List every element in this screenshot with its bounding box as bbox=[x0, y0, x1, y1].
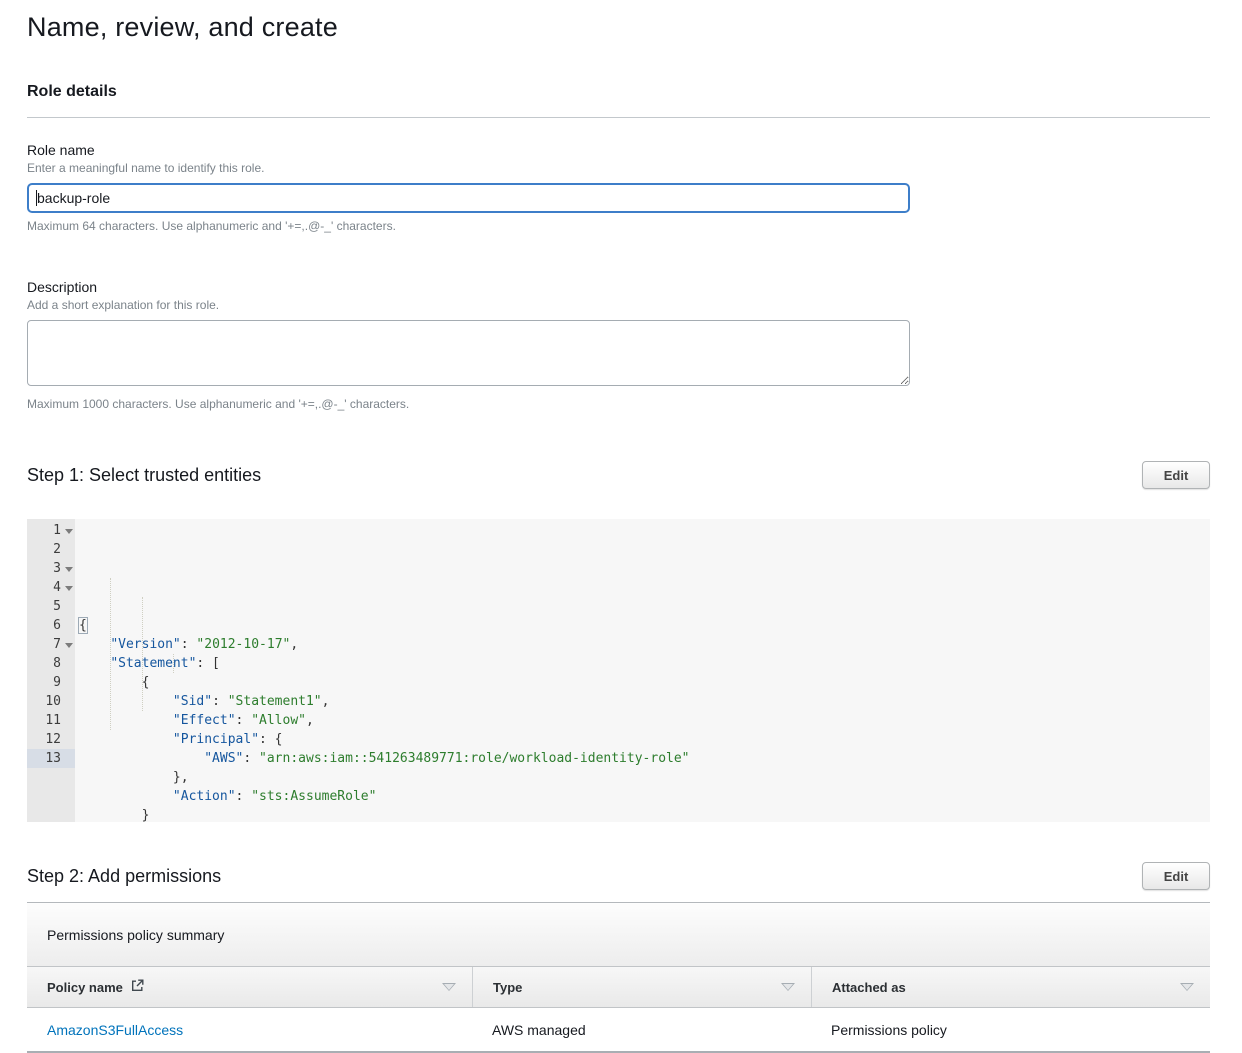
policy-table-row: AmazonS3FullAccess AWS managed Permissio… bbox=[27, 1008, 1210, 1053]
role-name-constraint: Maximum 64 characters. Use alphanumeric … bbox=[27, 219, 1210, 233]
code-line: "Action": "sts:AssumeRole" bbox=[75, 787, 1210, 806]
table-header-row: Policy name Type Attached as bbox=[27, 966, 1210, 1008]
line-number: 1 bbox=[27, 521, 75, 540]
line-number: 3 bbox=[27, 559, 75, 578]
code-line: "Effect": "Allow", bbox=[75, 711, 1210, 730]
editor-line-number-gutter: 12345678910111213 bbox=[27, 519, 75, 822]
line-number: 4 bbox=[27, 578, 75, 597]
section-divider bbox=[27, 117, 1210, 118]
page-title: Name, review, and create bbox=[27, 12, 1210, 43]
column-label: Type bbox=[493, 980, 522, 995]
policy-name-link[interactable]: AmazonS3FullAccess bbox=[47, 1022, 183, 1038]
line-number: 13 bbox=[27, 749, 75, 768]
role-name-input-wrap bbox=[27, 183, 910, 213]
filter-dropdown-icon[interactable] bbox=[781, 983, 795, 991]
column-header-type: Type bbox=[472, 967, 811, 1007]
filter-dropdown-icon[interactable] bbox=[1180, 983, 1194, 991]
step1-heading: Step 1: Select trusted entities bbox=[27, 465, 261, 486]
editor-code-area: { "Version": "2012-10-17", "Statement": … bbox=[75, 519, 1210, 822]
fold-caret-icon[interactable] bbox=[65, 567, 73, 572]
fold-caret-icon[interactable] bbox=[65, 643, 73, 648]
line-number: 5 bbox=[27, 597, 75, 616]
line-number: 11 bbox=[27, 711, 75, 730]
line-number: 10 bbox=[27, 692, 75, 711]
fold-caret-icon[interactable] bbox=[65, 529, 73, 534]
permissions-policy-table: Policy name Type Attached as bbox=[27, 966, 1210, 1053]
description-label: Description bbox=[27, 279, 1210, 295]
policy-name-cell: AmazonS3FullAccess bbox=[27, 1022, 472, 1038]
line-number: 9 bbox=[27, 673, 75, 692]
description-constraint: Maximum 1000 characters. Use alphanumeri… bbox=[27, 397, 1210, 411]
code-line: { bbox=[75, 616, 1210, 635]
role-name-input[interactable] bbox=[27, 183, 910, 213]
permissions-summary-panel: Permissions policy summary Policy name bbox=[27, 903, 1210, 1053]
policy-type-cell: AWS managed bbox=[472, 1022, 811, 1038]
code-line: "Principal": { bbox=[75, 730, 1210, 749]
role-name-label: Role name bbox=[27, 142, 1210, 158]
role-details-heading: Role details bbox=[27, 83, 1210, 101]
line-number: 6 bbox=[27, 616, 75, 635]
column-header-attached-as: Attached as bbox=[811, 967, 1210, 1007]
code-line: } bbox=[75, 806, 1210, 822]
line-number: 8 bbox=[27, 654, 75, 673]
column-header-policy-name: Policy name bbox=[27, 967, 472, 1007]
fold-caret-icon[interactable] bbox=[65, 586, 73, 591]
page-container: Name, review, and create Role details Ro… bbox=[0, 12, 1242, 1053]
code-line: "Version": "2012-10-17", bbox=[75, 635, 1210, 654]
step1-header-row: Step 1: Select trusted entities Edit bbox=[27, 461, 1210, 489]
line-number: 2 bbox=[27, 540, 75, 559]
step2-heading: Step 2: Add permissions bbox=[27, 866, 221, 887]
code-line: "Sid": "Statement1", bbox=[75, 692, 1210, 711]
line-number: 12 bbox=[27, 730, 75, 749]
text-cursor bbox=[36, 190, 37, 206]
filter-dropdown-icon[interactable] bbox=[442, 983, 456, 991]
external-link-icon bbox=[131, 979, 144, 995]
panel-title: Permissions policy summary bbox=[27, 903, 1210, 966]
code-line: }, bbox=[75, 768, 1210, 787]
description-hint: Add a short explanation for this role. bbox=[27, 298, 1210, 312]
step2-header-row: Step 2: Add permissions Edit bbox=[27, 862, 1210, 890]
line-number: 7 bbox=[27, 635, 75, 654]
code-line: "Statement": [ bbox=[75, 654, 1210, 673]
policy-attached-as-cell: Permissions policy bbox=[811, 1022, 1210, 1038]
code-line: { bbox=[75, 673, 1210, 692]
code-line: "AWS": "arn:aws:iam::541263489771:role/w… bbox=[75, 749, 1210, 768]
trust-policy-code-editor[interactable]: 12345678910111213 { "Version": "2012-10-… bbox=[27, 519, 1210, 822]
description-input[interactable] bbox=[27, 320, 910, 386]
role-name-hint: Enter a meaningful name to identify this… bbox=[27, 161, 1210, 175]
step2-edit-button[interactable]: Edit bbox=[1142, 862, 1210, 890]
step1-edit-button[interactable]: Edit bbox=[1142, 461, 1210, 489]
column-label: Policy name bbox=[47, 980, 123, 995]
column-label: Attached as bbox=[832, 980, 906, 995]
